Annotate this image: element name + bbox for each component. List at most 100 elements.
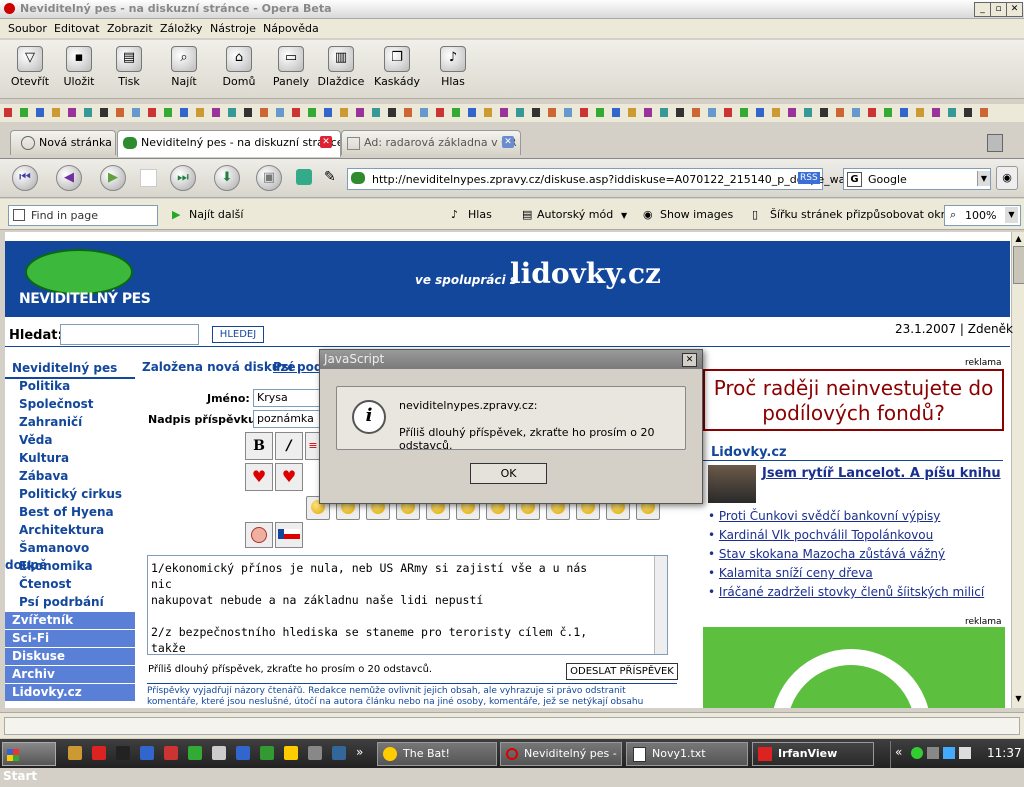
show-images-button[interactable]: Show images bbox=[660, 208, 733, 221]
tray-speaker-icon[interactable] bbox=[959, 747, 971, 759]
custom-button-icon[interactable] bbox=[468, 108, 476, 117]
heart-icon[interactable]: ♥ bbox=[275, 463, 303, 491]
custom-button-icon[interactable] bbox=[596, 108, 604, 117]
dialog-close-icon[interactable]: ✕ bbox=[682, 353, 697, 367]
menu-bookmarks[interactable]: Záložky bbox=[160, 22, 202, 35]
custom-button-icon[interactable] bbox=[532, 108, 540, 117]
blank-button[interactable] bbox=[140, 169, 157, 187]
edit-icon[interactable]: ✎ bbox=[324, 169, 338, 185]
custom-button-icon[interactable] bbox=[788, 108, 796, 117]
custom-button-icon[interactable] bbox=[356, 108, 364, 117]
submit-button[interactable]: ODESLAT PŘÍSPĚVEK bbox=[566, 663, 678, 680]
toolbar-home-button[interactable]: ⌂ Domů bbox=[214, 46, 264, 88]
list-button[interactable]: ≡ bbox=[305, 432, 320, 460]
custom-button-icon[interactable] bbox=[372, 108, 380, 117]
custom-button-icon[interactable] bbox=[52, 108, 60, 117]
tray-network-icon[interactable] bbox=[943, 747, 955, 759]
custom-button-icon[interactable] bbox=[676, 108, 684, 117]
dog-logo-icon[interactable] bbox=[25, 249, 133, 295]
subject-input[interactable]: poznámka bbox=[253, 410, 322, 428]
custom-button-icon[interactable] bbox=[324, 108, 332, 117]
find-input[interactable]: Find in page bbox=[8, 205, 158, 226]
custom-button-icon[interactable] bbox=[164, 108, 172, 117]
heart-icon[interactable]: ♥ bbox=[245, 463, 273, 491]
sidebar-item[interactable]: Archiv bbox=[5, 666, 135, 683]
custom-button-icon[interactable] bbox=[36, 108, 44, 117]
custom-button-icon[interactable] bbox=[340, 108, 348, 117]
bold-button[interactable]: B bbox=[245, 432, 273, 460]
sidebar-item[interactable]: Čtenost bbox=[5, 576, 135, 593]
sidebar-item[interactable]: Společnost bbox=[5, 396, 135, 413]
quick-launch-icon[interactable] bbox=[308, 746, 322, 760]
scroll-down-icon[interactable]: ▼ bbox=[1013, 694, 1024, 704]
news-link[interactable]: • Proti Čunkovi svědčí bankovní výpisy bbox=[708, 509, 940, 523]
quick-launch-icon[interactable] bbox=[92, 746, 106, 760]
custom-button-icon[interactable] bbox=[612, 108, 620, 117]
sidebar-item[interactable]: Kultura bbox=[5, 450, 135, 467]
tray-gear-icon[interactable] bbox=[911, 747, 923, 759]
tab-radarova-zakladna[interactable]: Ad: radarová základna v ČR ✕ bbox=[341, 130, 521, 155]
custom-button-icon[interactable] bbox=[724, 108, 732, 117]
custom-button-icon[interactable] bbox=[628, 108, 636, 117]
quick-launch-icon[interactable] bbox=[188, 746, 202, 760]
custom-button-icon[interactable] bbox=[404, 108, 412, 117]
custom-button-icon[interactable] bbox=[292, 108, 300, 117]
custom-button-icon[interactable] bbox=[484, 108, 492, 117]
sidebar-item[interactable]: Sci-Fi bbox=[5, 630, 135, 647]
custom-button-icon[interactable] bbox=[772, 108, 780, 117]
custom-button-icon[interactable] bbox=[884, 108, 892, 117]
custom-button-icon[interactable] bbox=[980, 108, 988, 117]
find-next-button[interactable]: Najít další bbox=[189, 208, 243, 221]
tray-monitor-icon[interactable] bbox=[927, 747, 939, 759]
toolbar-print-button[interactable]: ▤ Tisk bbox=[104, 46, 154, 88]
custom-button-icon[interactable] bbox=[228, 108, 236, 117]
custom-button-icon[interactable] bbox=[932, 108, 940, 117]
quick-launch-icon[interactable] bbox=[116, 746, 130, 760]
textarea-scrollbar[interactable] bbox=[654, 556, 667, 654]
fast-forward-icon[interactable]: ⏭ bbox=[170, 165, 196, 191]
sidebar-item[interactable]: Neviditelný pes bbox=[5, 360, 135, 379]
czech-flag-icon[interactable] bbox=[275, 522, 303, 548]
forward-icon[interactable]: ▶ bbox=[100, 165, 126, 191]
custom-button-icon[interactable] bbox=[900, 108, 908, 117]
custom-button-icon[interactable] bbox=[116, 108, 124, 117]
chevron-down-icon[interactable]: ▼ bbox=[621, 211, 627, 220]
rss-badge[interactable]: RSS bbox=[798, 172, 820, 184]
stop-icon[interactable]: ▣ bbox=[256, 165, 282, 191]
site-search-input[interactable] bbox=[60, 324, 199, 345]
site-search-button[interactable]: HLEDEJ bbox=[212, 326, 264, 343]
custom-button-icon[interactable] bbox=[852, 108, 860, 117]
sidebar-item[interactable]: Zvířetník bbox=[5, 612, 135, 629]
custom-button-icon[interactable] bbox=[4, 108, 12, 117]
menu-view[interactable]: Zobrazit bbox=[107, 22, 153, 35]
tab-new-page[interactable]: Nová stránka bbox=[10, 130, 116, 155]
scroll-thumb[interactable] bbox=[1013, 246, 1024, 284]
ad-banner-funds[interactable]: Proč raději neinvestujete do podílových … bbox=[703, 369, 1004, 431]
portrait-photo[interactable] bbox=[708, 465, 756, 503]
sidebar-item[interactable]: Best of Hyena bbox=[5, 504, 135, 521]
sidebar-item[interactable]: Architektura bbox=[5, 522, 135, 539]
fit-width-button[interactable]: Šířku stránek přizpůsobovat oknu bbox=[770, 208, 955, 221]
quick-launch-icon[interactable] bbox=[212, 746, 226, 760]
custom-button-icon[interactable] bbox=[276, 108, 284, 117]
angry-smiley-icon[interactable] bbox=[245, 522, 273, 548]
reload-icon[interactable]: ⬇ bbox=[214, 165, 240, 191]
custom-button-icon[interactable] bbox=[836, 108, 844, 117]
start-button[interactable]: Start bbox=[2, 742, 56, 783]
quick-launch-icon[interactable] bbox=[68, 746, 82, 760]
toolbar-panels-button[interactable]: ▭ Panely bbox=[266, 46, 316, 88]
sidebar-item[interactable]: Ekonomika bbox=[5, 558, 135, 575]
back-icon[interactable]: ◀ bbox=[56, 165, 82, 191]
dialog-ok-button[interactable]: OK bbox=[470, 463, 547, 484]
toolbar-cascade-button[interactable]: ❐ Kaskády bbox=[372, 46, 422, 88]
italic-button[interactable]: / bbox=[275, 432, 303, 460]
custom-button-icon[interactable] bbox=[564, 108, 572, 117]
custom-button-icon[interactable] bbox=[580, 108, 588, 117]
zoom-select[interactable]: ⌕ 100% ▼ bbox=[944, 205, 1021, 226]
custom-button-icon[interactable] bbox=[68, 108, 76, 117]
vertical-scrollbar[interactable]: ▲ ▼ bbox=[1011, 232, 1024, 708]
site-logo-text[interactable]: NEVIDITELNÝ PES bbox=[19, 291, 151, 307]
custom-button-icon[interactable] bbox=[500, 108, 508, 117]
custom-button-icon[interactable] bbox=[84, 108, 92, 117]
sidebar-item[interactable]: Diskuse bbox=[5, 648, 135, 665]
